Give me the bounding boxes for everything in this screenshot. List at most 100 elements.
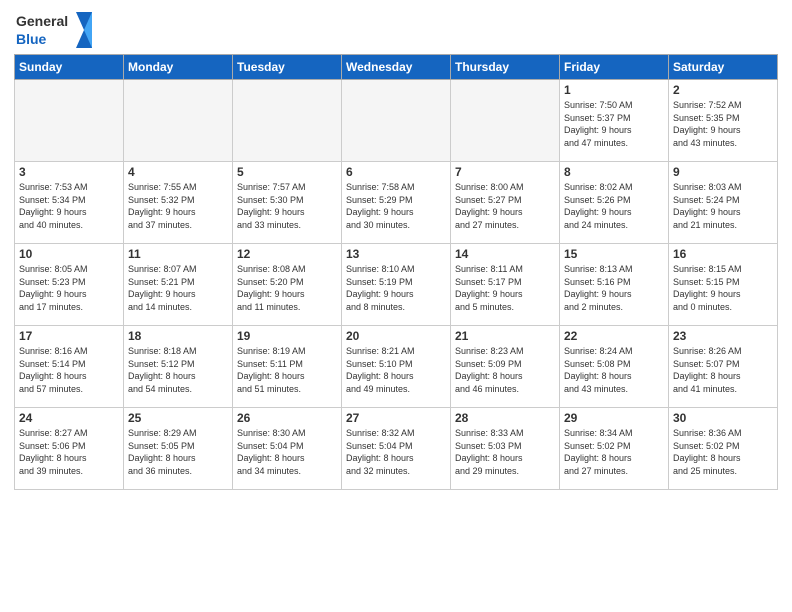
day-info: Sunrise: 8:24 AM Sunset: 5:08 PM Dayligh… — [564, 345, 664, 395]
weekday-header: Tuesday — [233, 55, 342, 80]
calendar-cell: 4 Sunrise: 7:55 AM Sunset: 5:32 PM Daylig… — [124, 162, 233, 244]
weekday-header: Monday — [124, 55, 233, 80]
calendar-cell: 26 Sunrise: 8:30 AM Sunset: 5:04 PM Dayli… — [233, 408, 342, 490]
day-info: Sunrise: 8:05 AM Sunset: 5:23 PM Dayligh… — [19, 263, 119, 313]
day-number: 14 — [455, 247, 555, 261]
day-info: Sunrise: 8:15 AM Sunset: 5:15 PM Dayligh… — [673, 263, 773, 313]
day-info: Sunrise: 8:10 AM Sunset: 5:19 PM Dayligh… — [346, 263, 446, 313]
day-info: Sunrise: 8:21 AM Sunset: 5:10 PM Dayligh… — [346, 345, 446, 395]
day-info: Sunrise: 8:29 AM Sunset: 5:05 PM Dayligh… — [128, 427, 228, 477]
svg-text:Blue: Blue — [16, 31, 47, 47]
weekday-header: Wednesday — [342, 55, 451, 80]
day-number: 3 — [19, 165, 119, 179]
day-number: 5 — [237, 165, 337, 179]
day-number: 13 — [346, 247, 446, 261]
calendar-cell: 3Sunrise: 7:53 AM Sunset: 5:34 PM Daylig… — [15, 162, 124, 244]
calendar-cell: 2 Sunrise: 7:52 AM Sunset: 5:35 PM Daylig… — [669, 80, 778, 162]
calendar-week-row: 3Sunrise: 7:53 AM Sunset: 5:34 PM Daylig… — [15, 162, 778, 244]
day-number: 15 — [564, 247, 664, 261]
day-number: 24 — [19, 411, 119, 425]
day-info: Sunrise: 8:16 AM Sunset: 5:14 PM Dayligh… — [19, 345, 119, 395]
logo-icon: General Blue — [14, 10, 94, 50]
page-container: General Blue SundayMondayTuesdayWednesday… — [0, 0, 792, 496]
day-info: Sunrise: 7:50 AM Sunset: 5:37 PM Dayligh… — [564, 99, 664, 149]
calendar-cell: 28 Sunrise: 8:33 AM Sunset: 5:03 PM Dayli… — [451, 408, 560, 490]
day-info: Sunrise: 8:32 AM Sunset: 5:04 PM Dayligh… — [346, 427, 446, 477]
day-number: 23 — [673, 329, 773, 343]
day-info: Sunrise: 8:36 AM Sunset: 5:02 PM Dayligh… — [673, 427, 773, 477]
calendar-cell: 27 Sunrise: 8:32 AM Sunset: 5:04 PM Dayli… — [342, 408, 451, 490]
calendar-cell: 8Sunrise: 8:02 AM Sunset: 5:26 PM Daylig… — [560, 162, 669, 244]
calendar-cell — [15, 80, 124, 162]
day-number: 16 — [673, 247, 773, 261]
day-info: Sunrise: 8:03 AM Sunset: 5:24 PM Dayligh… — [673, 181, 773, 231]
calendar-week-row: 17 Sunrise: 8:16 AM Sunset: 5:14 PM Dayli… — [15, 326, 778, 408]
calendar-cell: 30Sunrise: 8:36 AM Sunset: 5:02 PM Dayli… — [669, 408, 778, 490]
calendar-cell: 15 Sunrise: 8:13 AM Sunset: 5:16 PM Dayli… — [560, 244, 669, 326]
day-number: 18 — [128, 329, 228, 343]
day-number: 2 — [673, 83, 773, 97]
calendar-cell: 14 Sunrise: 8:11 AM Sunset: 5:17 PM Dayli… — [451, 244, 560, 326]
day-info: Sunrise: 7:58 AM Sunset: 5:29 PM Dayligh… — [346, 181, 446, 231]
day-number: 21 — [455, 329, 555, 343]
day-info: Sunrise: 8:11 AM Sunset: 5:17 PM Dayligh… — [455, 263, 555, 313]
day-info: Sunrise: 8:23 AM Sunset: 5:09 PM Dayligh… — [455, 345, 555, 395]
calendar-cell: 17 Sunrise: 8:16 AM Sunset: 5:14 PM Dayli… — [15, 326, 124, 408]
day-info: Sunrise: 8:34 AM Sunset: 5:02 PM Dayligh… — [564, 427, 664, 477]
day-number: 28 — [455, 411, 555, 425]
day-number: 26 — [237, 411, 337, 425]
calendar-cell: 11Sunrise: 8:07 AM Sunset: 5:21 PM Dayli… — [124, 244, 233, 326]
day-info: Sunrise: 8:26 AM Sunset: 5:07 PM Dayligh… — [673, 345, 773, 395]
day-info: Sunrise: 8:27 AM Sunset: 5:06 PM Dayligh… — [19, 427, 119, 477]
weekday-header: Friday — [560, 55, 669, 80]
day-number: 7 — [455, 165, 555, 179]
day-number: 12 — [237, 247, 337, 261]
weekday-header: Sunday — [15, 55, 124, 80]
calendar-week-row: 24 Sunrise: 8:27 AM Sunset: 5:06 PM Dayli… — [15, 408, 778, 490]
weekday-header: Thursday — [451, 55, 560, 80]
calendar-cell: 6 Sunrise: 7:58 AM Sunset: 5:29 PM Daylig… — [342, 162, 451, 244]
calendar-cell — [451, 80, 560, 162]
calendar-header-row: SundayMondayTuesdayWednesdayThursdayFrid… — [15, 55, 778, 80]
calendar-cell: 20 Sunrise: 8:21 AM Sunset: 5:10 PM Dayli… — [342, 326, 451, 408]
calendar-week-row: 10Sunrise: 8:05 AM Sunset: 5:23 PM Dayli… — [15, 244, 778, 326]
day-number: 4 — [128, 165, 228, 179]
day-number: 27 — [346, 411, 446, 425]
day-number: 9 — [673, 165, 773, 179]
calendar-cell: 5 Sunrise: 7:57 AM Sunset: 5:30 PM Daylig… — [233, 162, 342, 244]
calendar-table: SundayMondayTuesdayWednesdayThursdayFrid… — [14, 54, 778, 490]
calendar-cell — [342, 80, 451, 162]
calendar-cell: 13 Sunrise: 8:10 AM Sunset: 5:19 PM Dayli… — [342, 244, 451, 326]
day-number: 6 — [346, 165, 446, 179]
day-info: Sunrise: 8:30 AM Sunset: 5:04 PM Dayligh… — [237, 427, 337, 477]
day-info: Sunrise: 8:13 AM Sunset: 5:16 PM Dayligh… — [564, 263, 664, 313]
day-info: Sunrise: 8:08 AM Sunset: 5:20 PM Dayligh… — [237, 263, 337, 313]
day-info: Sunrise: 7:57 AM Sunset: 5:30 PM Dayligh… — [237, 181, 337, 231]
day-number: 11 — [128, 247, 228, 261]
calendar-week-row: 1 Sunrise: 7:50 AM Sunset: 5:37 PM Daylig… — [15, 80, 778, 162]
day-number: 22 — [564, 329, 664, 343]
svg-text:General: General — [16, 13, 68, 29]
calendar-cell: 10Sunrise: 8:05 AM Sunset: 5:23 PM Dayli… — [15, 244, 124, 326]
calendar-cell — [124, 80, 233, 162]
day-info: Sunrise: 7:52 AM Sunset: 5:35 PM Dayligh… — [673, 99, 773, 149]
calendar-cell: 25Sunrise: 8:29 AM Sunset: 5:05 PM Dayli… — [124, 408, 233, 490]
calendar-cell: 29Sunrise: 8:34 AM Sunset: 5:02 PM Dayli… — [560, 408, 669, 490]
day-info: Sunrise: 8:19 AM Sunset: 5:11 PM Dayligh… — [237, 345, 337, 395]
day-info: Sunrise: 7:55 AM Sunset: 5:32 PM Dayligh… — [128, 181, 228, 231]
calendar-cell: 23 Sunrise: 8:26 AM Sunset: 5:07 PM Dayli… — [669, 326, 778, 408]
calendar-cell: 1 Sunrise: 7:50 AM Sunset: 5:37 PM Daylig… — [560, 80, 669, 162]
calendar-cell: 24 Sunrise: 8:27 AM Sunset: 5:06 PM Dayli… — [15, 408, 124, 490]
header: General Blue — [14, 10, 778, 50]
day-number: 20 — [346, 329, 446, 343]
calendar-cell: 12 Sunrise: 8:08 AM Sunset: 5:20 PM Dayli… — [233, 244, 342, 326]
calendar-cell: 22 Sunrise: 8:24 AM Sunset: 5:08 PM Dayli… — [560, 326, 669, 408]
day-info: Sunrise: 8:33 AM Sunset: 5:03 PM Dayligh… — [455, 427, 555, 477]
weekday-header: Saturday — [669, 55, 778, 80]
day-number: 1 — [564, 83, 664, 97]
day-number: 8 — [564, 165, 664, 179]
day-number: 19 — [237, 329, 337, 343]
calendar-cell: 18Sunrise: 8:18 AM Sunset: 5:12 PM Dayli… — [124, 326, 233, 408]
day-number: 17 — [19, 329, 119, 343]
calendar-cell: 16 Sunrise: 8:15 AM Sunset: 5:15 PM Dayli… — [669, 244, 778, 326]
